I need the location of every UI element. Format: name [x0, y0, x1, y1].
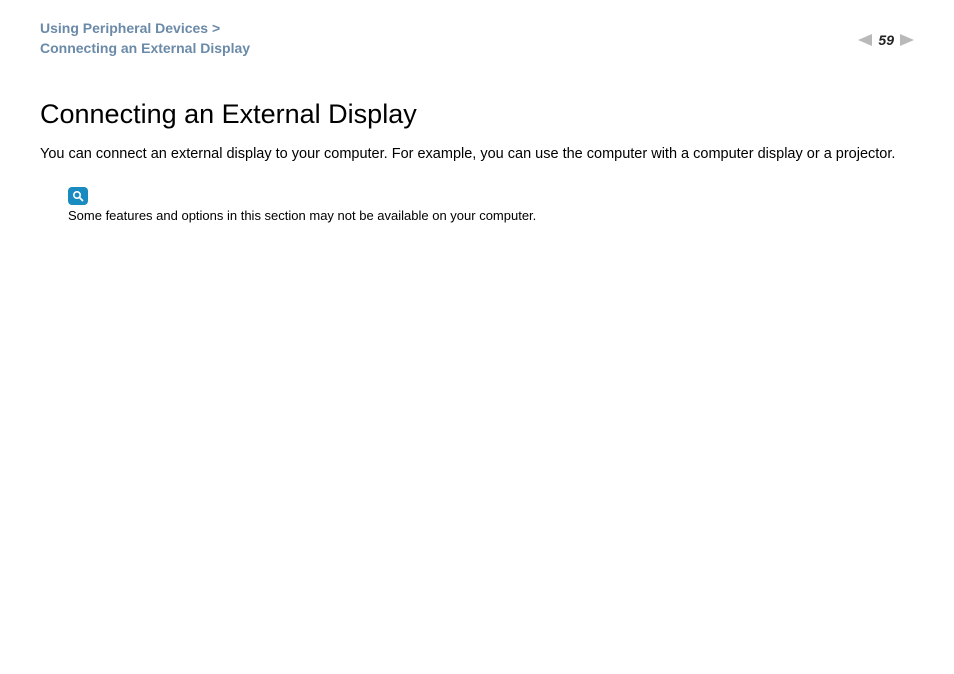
- page-number: 59: [878, 32, 894, 48]
- note-text: Some features and options in this sectio…: [68, 207, 914, 225]
- magnifier-icon: [68, 187, 88, 205]
- page-header: Using Peripheral Devices > Connecting an…: [0, 0, 954, 69]
- pager: 59: [858, 32, 914, 48]
- breadcrumb-current: Connecting an External Display: [40, 40, 250, 56]
- note-block: Some features and options in this sectio…: [68, 187, 914, 225]
- page-title: Connecting an External Display: [40, 99, 914, 130]
- next-page-arrow-icon[interactable]: [900, 34, 914, 46]
- intro-paragraph: You can connect an external display to y…: [40, 144, 914, 165]
- content-area: Connecting an External Display You can c…: [0, 69, 954, 225]
- prev-page-arrow-icon[interactable]: [858, 34, 872, 46]
- breadcrumb-parent: Using Peripheral Devices: [40, 20, 208, 36]
- breadcrumb-separator: >: [212, 20, 220, 36]
- breadcrumb: Using Peripheral Devices > Connecting an…: [40, 18, 250, 59]
